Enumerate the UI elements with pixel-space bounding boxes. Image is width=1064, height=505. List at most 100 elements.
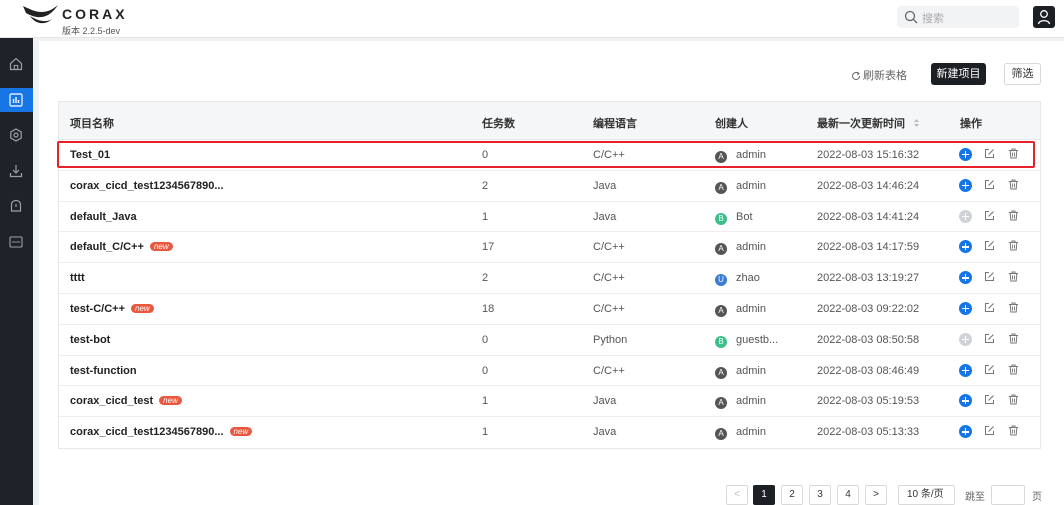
table-row[interactable]: corax_cicd_test1234567890... new 1 Java Aadm… (59, 417, 1040, 448)
page-button-3[interactable]: 3 (809, 485, 831, 505)
column-header-language: 编程语言 (593, 118, 637, 130)
project-name[interactable]: test-C/C++ new (70, 303, 154, 315)
updated-time: 2022-08-03 08:50:58 (817, 333, 920, 346)
delete-icon[interactable] (1008, 271, 1019, 282)
download-icon (9, 165, 23, 178)
edit-icon[interactable] (984, 240, 995, 251)
sidebar-item-notifications[interactable] (0, 194, 33, 218)
language: C/C++ (593, 241, 625, 254)
search-icon (904, 10, 918, 24)
prev-page-button[interactable]: < (726, 485, 748, 505)
refresh-label: 刷新表格 (863, 70, 907, 82)
table-body: Test_01 0 C/C++ Aadmin 2022-08-03 15:16:32 co… (59, 140, 1040, 448)
add-task-icon[interactable] (959, 425, 972, 439)
delete-icon[interactable] (1008, 179, 1019, 190)
table-row[interactable]: test-bot 0 Python Bguestb... 2022-08-03 08:5… (59, 325, 1040, 356)
language: Java (593, 395, 617, 408)
edit-icon[interactable] (984, 210, 995, 221)
search-input[interactable]: 搜索 (897, 6, 1019, 28)
user-button[interactable] (1033, 6, 1055, 28)
new-project-button[interactable]: 新建项目 (931, 63, 986, 85)
table-row[interactable]: test-function 0 C/C++ Aadmin 2022-08-03 08:4… (59, 356, 1040, 387)
project-name-text: corax_cicd_test1234567890... (70, 179, 224, 192)
add-task-icon[interactable] (959, 178, 972, 192)
sidebar-item-settings[interactable] (0, 123, 33, 147)
project-name[interactable]: tttt (70, 272, 85, 284)
creator: Aadmin (715, 303, 766, 317)
edit-icon[interactable] (984, 179, 995, 190)
table-row[interactable]: test-C/C++ new 18 C/C++ Aadmin 2022-08-03 09:… (59, 294, 1040, 325)
delete-icon[interactable] (1008, 425, 1019, 436)
project-name[interactable]: corax_cicd_test1234567890... new (70, 426, 253, 438)
new-badge: new (229, 427, 253, 437)
project-name[interactable]: default_Java (70, 211, 137, 223)
task-count: 2 (482, 179, 489, 192)
creator-name: admin (736, 179, 766, 192)
add-task-icon[interactable] (959, 240, 972, 254)
delete-icon[interactable] (1008, 333, 1019, 344)
add-task-icon[interactable] (959, 209, 972, 223)
table-row[interactable]: corax_cicd_test1234567890... 2 Java Aadmin 2… (59, 171, 1040, 202)
sidebar-item-projects[interactable] (0, 88, 33, 112)
avatar: A (715, 366, 727, 379)
page-button-2[interactable]: 2 (781, 485, 803, 505)
jump-page-input[interactable] (991, 485, 1025, 505)
edit-icon[interactable] (984, 394, 995, 405)
delete-icon[interactable] (1008, 394, 1019, 405)
corax-logo (23, 5, 58, 24)
refresh-table-button[interactable]: 刷新表格 (851, 67, 907, 83)
sidebar-item-home[interactable] (0, 52, 33, 76)
add-task-icon[interactable] (959, 363, 972, 377)
filter-button[interactable]: 筛选 (1004, 63, 1041, 85)
add-task-icon[interactable] (959, 271, 972, 285)
table-row[interactable]: default_C/C++ new 17 C/C++ Aadmin 2022-08-03 … (59, 232, 1040, 264)
updated-time: 2022-08-03 09:22:02 (817, 302, 920, 315)
creator: Bguestb... (715, 334, 778, 348)
delete-icon[interactable] (1008, 240, 1019, 251)
language: C/C++ (593, 302, 625, 315)
sidebar (0, 38, 33, 505)
task-count: 1 (482, 210, 489, 223)
project-name[interactable]: test-bot (70, 334, 110, 346)
main-panel: 刷新表格 新建项目 筛选 项目名称 任务数 编程语言 创建人 最新一次更新时间 … (39, 41, 1064, 505)
project-name-text: test-bot (70, 333, 111, 346)
delete-icon[interactable] (1008, 210, 1019, 221)
next-page-button[interactable]: > (865, 485, 887, 505)
project-name[interactable]: default_C/C++ new (70, 241, 173, 253)
avatar: U (715, 274, 727, 287)
table-row[interactable]: tttt 2 C/C++ Uzhao 2022-08-03 13:19:27 (59, 263, 1040, 294)
refresh-icon (852, 71, 861, 81)
edit-icon[interactable] (984, 364, 995, 375)
task-count: 0 (482, 333, 489, 346)
table-header: 项目名称 任务数 编程语言 创建人 最新一次更新时间 操作 (59, 102, 1040, 140)
delete-icon[interactable] (1008, 302, 1019, 313)
add-task-icon[interactable] (959, 394, 972, 408)
table-row[interactable]: corax_cicd_test new 1 Java Aadmin 2022-08-03 … (59, 386, 1040, 418)
sidebar-item-logs[interactable] (0, 230, 33, 254)
language: Python (593, 333, 628, 346)
project-name[interactable]: corax_cicd_test1234567890... (70, 180, 224, 192)
project-name[interactable]: corax_cicd_test new (70, 395, 182, 407)
sidebar-item-download[interactable] (0, 159, 33, 183)
sort-icon[interactable] (913, 118, 920, 128)
delete-icon[interactable] (1008, 364, 1019, 375)
home-icon (9, 57, 23, 71)
add-task-icon[interactable] (959, 301, 972, 315)
table-row[interactable]: default_Java 1 Java B Bot 2022-08-03 14:41:24 (59, 202, 1040, 233)
project-name[interactable]: test-function (70, 365, 137, 377)
updated-time: 2022-08-03 05:19:53 (817, 395, 920, 408)
column-header-actions: 操作 (960, 118, 982, 130)
edit-icon[interactable] (984, 271, 995, 282)
creator-name: admin (736, 302, 766, 315)
page-button-1[interactable]: 1 (753, 485, 775, 505)
edit-icon[interactable] (984, 302, 995, 313)
edit-icon[interactable] (984, 425, 995, 436)
project-name-text: default_Java (70, 210, 137, 223)
project-name-text: test-C/C++ (70, 302, 126, 315)
edit-icon[interactable] (984, 333, 995, 344)
log-icon (9, 236, 23, 248)
page-size-select[interactable]: 10 条/页 (898, 485, 955, 505)
add-task-icon[interactable] (959, 332, 972, 346)
page-button-4[interactable]: 4 (837, 485, 859, 505)
column-header-updated[interactable]: 最新一次更新时间 (817, 115, 920, 131)
